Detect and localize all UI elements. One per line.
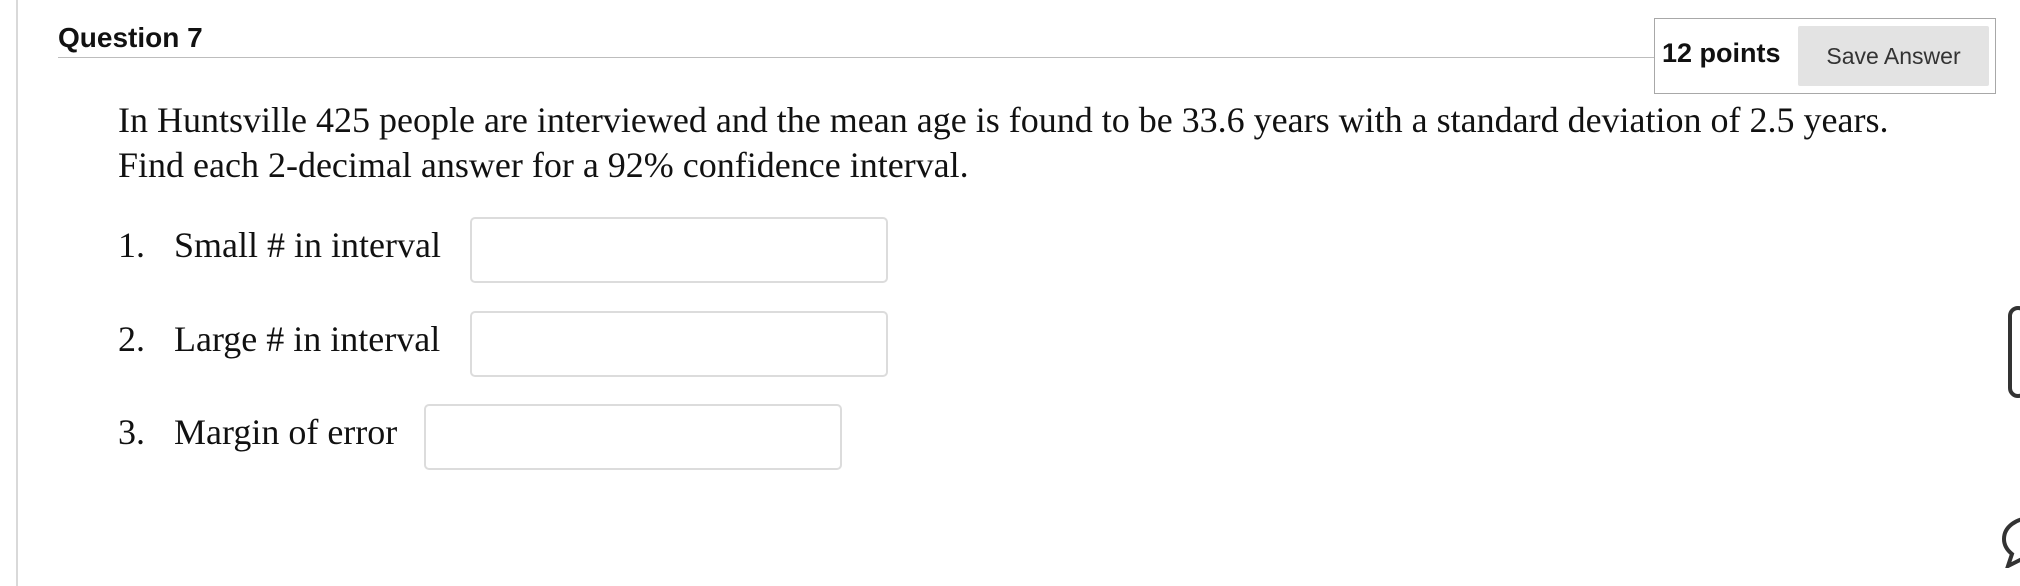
answer-item-1: 1. Small # in interval (118, 224, 441, 266)
side-panel-tab-icon[interactable] (2008, 306, 2020, 398)
item-number: 1. (118, 225, 145, 265)
item-label: Large # in interval (174, 319, 441, 359)
header-divider (58, 57, 1654, 58)
chat-bubble-icon[interactable] (1998, 514, 2020, 568)
large-number-input[interactable] (470, 311, 888, 377)
item-label: Margin of error (174, 412, 398, 452)
item-label: Small # in interval (174, 225, 441, 265)
item-number: 3. (118, 412, 145, 452)
item-number: 2. (118, 319, 145, 359)
margin-of-error-input[interactable] (424, 404, 842, 470)
question-text: In Huntsville 425 people are interviewed… (118, 100, 1889, 185)
question-title: Question 7 (58, 22, 203, 53)
small-number-input[interactable] (470, 217, 888, 283)
save-answer-button[interactable]: Save Answer (1798, 26, 1989, 86)
answer-item-2: 2. Large # in interval (118, 318, 440, 360)
points-label: 12 points (1662, 38, 1781, 68)
left-border-divider (16, 0, 18, 586)
answer-item-3: 3. Margin of error (118, 411, 397, 453)
